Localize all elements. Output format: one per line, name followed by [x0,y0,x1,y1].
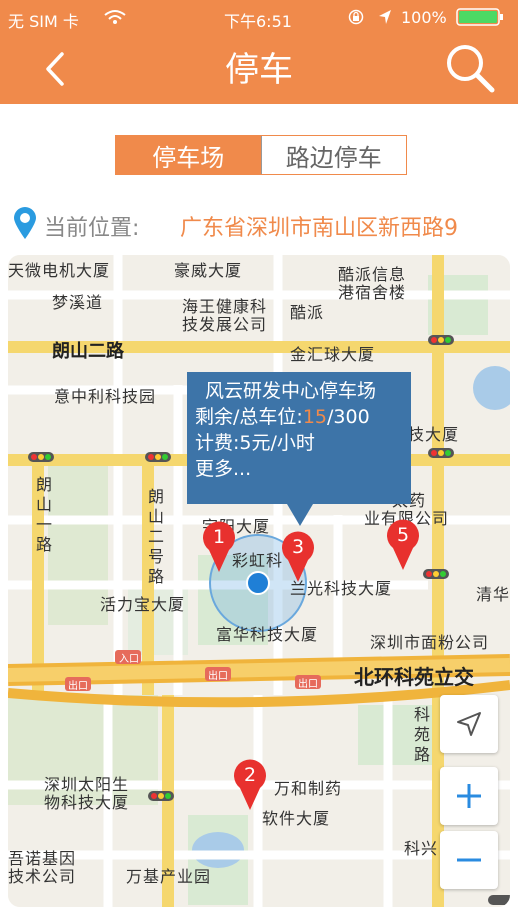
spaces-total: /300 [327,406,370,428]
map-label: 软件大厦 [262,809,331,828]
map-label: 万和制药 [274,779,343,798]
map-label: 富华科技大厦 [216,625,319,644]
map-label: 朗山二号路 [148,487,166,586]
parking-pin-5[interactable]: 5 [384,518,422,572]
map-label: 技发展公司 [182,315,268,334]
exit-tag: 出口 [68,681,88,692]
map-label: 意中利科技园 [54,387,157,406]
status-bar: 无 SIM 卡 下午6:51 100% [0,0,518,34]
map-label: 科兴 [404,839,439,858]
pin-label: 3 [291,536,305,558]
map-label: 港宿舍楼 [338,283,407,302]
zoom-out-button[interactable] [440,831,498,889]
location-value: 广东省深圳市南山区新西路9 [180,216,458,241]
map-label: 活力宝大厦 [100,595,186,614]
parking-pin-2[interactable]: 2 [231,758,269,812]
carrier-label: 无 SIM 卡 [8,12,79,31]
road-label: 朗山二路 [52,341,124,362]
map-label: 技大厦 [408,425,460,444]
map-label: 梦溪道 [52,293,104,312]
parking-pin-3[interactable]: 3 [279,530,317,584]
location-label: 当前位置: [44,216,140,241]
map-label: 金汇球大厦 [290,345,376,364]
wifi-icon [104,10,126,24]
map-label: 彩虹科 [232,551,284,570]
parking-type-tabs: 停车场 路边停车 [115,135,407,175]
map-label: 深圳市面粉公司 [370,633,490,652]
zoom-out-icon [457,858,481,862]
parking-pin-1[interactable]: 1 [200,520,238,574]
zoom-in-icon [457,784,481,808]
map-label: 豪威大厦 [174,261,243,280]
battery-icon [456,8,503,26]
tab-parking-lot[interactable]: 停车场 [116,136,261,174]
locate-me-button[interactable] [440,695,498,753]
search-icon [447,45,495,93]
locate-arrow-icon [457,712,481,736]
spaces-free: 15 [302,406,327,428]
map-label: 科苑路 [414,705,432,764]
map-label: 酷派 [290,303,325,322]
callout-tail [287,504,313,526]
zoom-in-button[interactable] [440,767,498,825]
map-label: 朗山一路 [36,475,54,554]
pin-label: 5 [396,524,410,546]
search-button[interactable] [442,40,498,96]
spaces-label: 剩余/总车位: [195,406,303,428]
callout-more-link[interactable]: 更多... [195,456,403,482]
map-label: 物科技大厦 [44,793,130,812]
location-services-icon [379,10,391,24]
location-pin-icon [14,207,36,239]
road-label: 北环科苑立交 [354,665,474,689]
parking-info-callout[interactable]: 风云研发中心停车场 剩余/总车位:15/300 计费:5元/小时 更多... [187,372,411,504]
exit-tag: 出口 [298,679,318,690]
map-label: 万基产业园 [126,867,212,886]
exit-tag: 出口 [208,671,228,682]
page-title: 停车 [225,50,293,90]
pin-label: 2 [243,764,257,786]
pin-label: 1 [212,526,226,548]
rotation-lock-icon [348,9,364,25]
tab-street-parking[interactable]: 路边停车 [260,136,406,174]
entrance-tag: 入口 [119,654,139,665]
map-label: 天微电机大厦 [8,261,111,280]
current-location: 当前位置: 广东省深圳市南山区新西路9 [10,204,510,244]
callout-fee: 计费:5元/小时 [195,432,315,454]
nav-bar: 停车 [0,34,518,104]
map-label: 技术公司 [8,867,77,886]
clock: 下午6:51 [224,12,292,31]
map-label: 清华 [476,585,510,604]
callout-title: 风云研发中心停车场 [205,380,377,402]
callout-spaces: 剩余/总车位:15/300 [195,404,403,430]
battery-percent: 100% [401,8,447,27]
